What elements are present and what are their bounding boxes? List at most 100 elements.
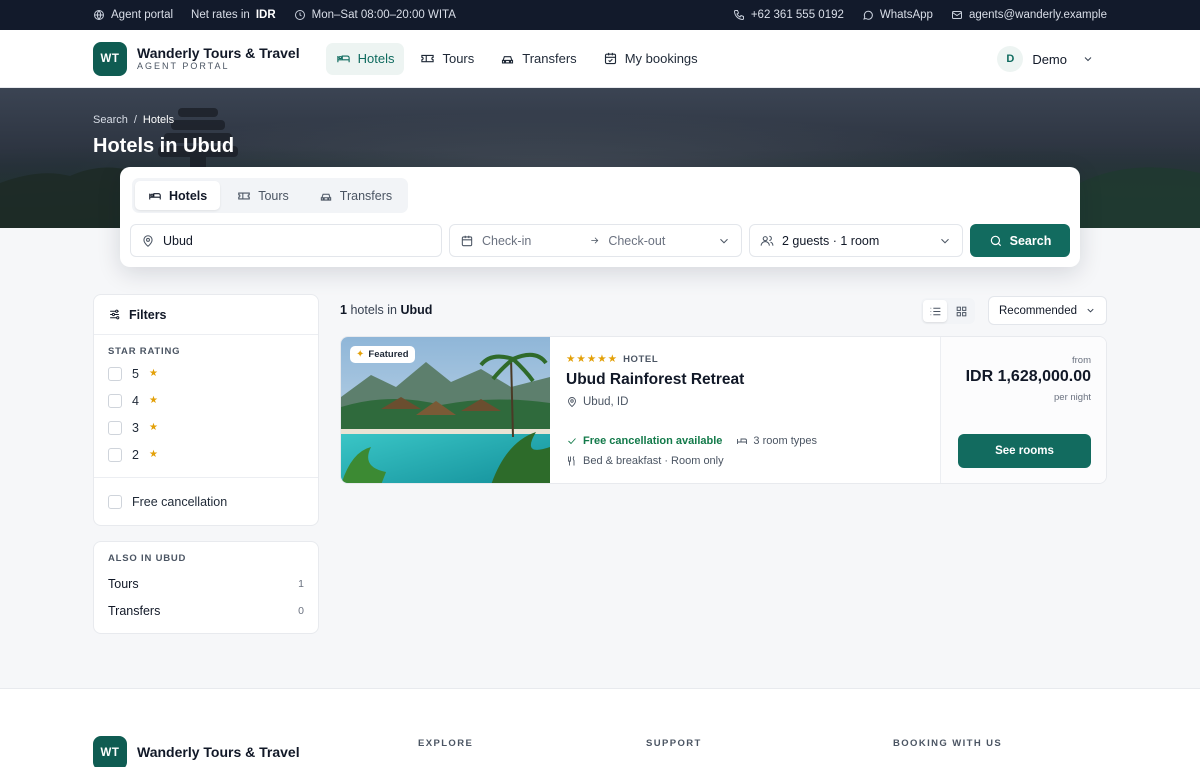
phone-label: +62 361 555 0192 — [750, 9, 844, 21]
checkbox[interactable] — [108, 447, 122, 462]
whatsapp-link[interactable]: WhatsApp — [862, 9, 933, 21]
hotel-rating: ★★★★★ HOTEL — [566, 353, 744, 365]
star-filter-label: 5 — [132, 366, 139, 381]
footer-logo-badge[interactable]: WT — [93, 736, 127, 767]
list-view-button[interactable] — [923, 300, 947, 322]
also-item-transfers[interactable]: Transfers 0 — [94, 597, 318, 624]
agent-portal-link[interactable]: Agent portal — [93, 9, 173, 21]
net-rates-info: Net rates in IDR — [191, 9, 276, 21]
utensils-icon — [568, 456, 575, 466]
checkbox[interactable] — [108, 420, 122, 435]
search-tab-hotels[interactable]: Hotels — [135, 181, 221, 210]
search-tab-tours[interactable]: Tours — [224, 181, 302, 210]
search-button[interactable]: Search — [970, 224, 1070, 257]
search-icon — [990, 235, 1001, 246]
room-types-perk: 3 room types — [736, 435, 817, 447]
destination-value: Ubud — [163, 233, 193, 248]
list-icon — [930, 307, 940, 315]
per-night-label: per night — [1054, 392, 1091, 403]
checkbox[interactable] — [108, 393, 122, 408]
mail-icon — [951, 11, 962, 19]
avatar: D — [997, 46, 1024, 72]
star-filter-2[interactable]: 2 ★ — [108, 441, 304, 468]
nav-transfers-label: Transfers — [522, 51, 577, 66]
destination-input[interactable]: Ubud — [130, 224, 442, 257]
sort-select[interactable]: Recommended — [988, 296, 1107, 325]
hotel-type: HOTEL — [623, 353, 659, 365]
star-filter-3[interactable]: 3 ★ — [108, 414, 304, 441]
sliders-icon — [110, 309, 120, 320]
logo-badge[interactable]: WT — [93, 41, 127, 76]
checkbox[interactable] — [108, 494, 122, 509]
guests-selector[interactable]: 2 guests · 1 room — [749, 224, 963, 257]
bed-icon — [336, 55, 350, 63]
calendar-check-icon — [604, 52, 616, 65]
car-icon — [502, 56, 514, 64]
brand[interactable]: Wanderly Tours & Travel AGENT PORTAL — [137, 45, 300, 72]
star-rating-heading: STAR RATING — [108, 346, 181, 357]
also-item-label: Tours — [108, 576, 139, 591]
star-filter-4[interactable]: 4 ★ — [108, 387, 304, 414]
guests-value: 2 guests · 1 room — [782, 233, 880, 248]
hotel-image[interactable]: ✦ Featured — [341, 337, 550, 483]
sparkle-icon: ✦ — [356, 349, 365, 360]
ticket-icon — [238, 192, 250, 199]
hours-info: Mon–Sat 08:00–20:00 WITA — [294, 9, 456, 21]
phone-link[interactable]: +62 361 555 0192 — [733, 9, 844, 21]
breadcrumb-separator: / — [133, 114, 137, 126]
arrow-right-icon — [591, 237, 599, 244]
nav-transfers[interactable]: Transfers — [490, 43, 586, 75]
net-rates-label: Net rates in — [191, 9, 250, 21]
price-from-label: from — [1072, 355, 1091, 366]
brand-name: Wanderly Tours & Travel — [137, 45, 300, 61]
chevron-down-icon — [1084, 57, 1092, 62]
chevron-down-icon — [941, 238, 949, 244]
chevron-down-icon — [1087, 308, 1094, 313]
date-range-picker[interactable]: Check-in Check-out — [449, 224, 742, 257]
star-filter-5[interactable]: 5 ★ — [108, 360, 304, 387]
user-menu[interactable]: D Demo — [997, 30, 1094, 88]
search-tab-transfers-label: Transfers — [339, 188, 393, 203]
whatsapp-label: WhatsApp — [879, 9, 933, 21]
bed-icon — [149, 192, 161, 199]
also-item-tours[interactable]: Tours 1 — [94, 570, 318, 597]
main-nav: Hotels Tours Transfers My bookings — [325, 42, 708, 75]
also-item-count: 1 — [298, 577, 304, 590]
nav-hotels[interactable]: Hotels — [325, 42, 405, 75]
results-count-text: hotels in — [350, 303, 397, 317]
star-icon: ★ — [148, 449, 158, 460]
main-header: WT Wanderly Tours & Travel AGENT PORTAL … — [0, 30, 1200, 88]
see-rooms-button[interactable]: See rooms — [958, 434, 1091, 468]
free-cancellation-filter[interactable]: Free cancellation — [108, 488, 304, 515]
email-label: agents@wanderly.example — [968, 9, 1107, 21]
filters-header: Filters — [94, 295, 318, 335]
nav-tours[interactable]: Tours — [410, 43, 484, 75]
check-icon — [568, 438, 576, 445]
breadcrumb-current: Hotels — [142, 114, 175, 126]
footer-brand-name: Wanderly Tours & Travel — [137, 744, 300, 760]
hotel-name[interactable]: Ubud Rainforest Retreat — [566, 371, 744, 389]
nav-my-bookings[interactable]: My bookings — [593, 43, 708, 75]
checkin-placeholder: Check-in — [482, 233, 532, 248]
sort-value: Recommended — [999, 304, 1077, 317]
star-filter-label: 2 — [132, 447, 139, 462]
search-tab-transfers[interactable]: Transfers — [306, 181, 405, 210]
checkbox[interactable] — [108, 366, 122, 381]
hotel-card[interactable]: ✦ Featured ★★★★★ HOTEL Ubud Rainforest R… — [340, 336, 1107, 484]
checkout-placeholder: Check-out — [608, 233, 666, 248]
email-link[interactable]: agents@wanderly.example — [951, 9, 1107, 21]
star-filter-label: 4 — [132, 393, 139, 408]
price-column: from IDR 1,628,000.00 per night See room… — [940, 337, 1106, 483]
calendar-icon — [461, 235, 473, 246]
also-item-label: Transfers — [108, 603, 161, 618]
board-text: Bed & breakfast · Room only — [583, 455, 724, 467]
featured-badge: ✦ Featured — [350, 346, 415, 363]
search-tabs: Hotels Tours Transfers — [132, 178, 409, 213]
hours-label: Mon–Sat 08:00–20:00 WITA — [311, 9, 456, 21]
grid-view-button[interactable] — [949, 300, 973, 322]
star-icon: ★ — [148, 368, 158, 379]
also-in-heading: ALSO IN UBUD — [108, 553, 187, 564]
breadcrumb-search[interactable]: Search — [93, 114, 128, 126]
map-pin-icon — [143, 234, 153, 247]
hotel-perks: Free cancellation available 3 room types… — [566, 431, 817, 471]
